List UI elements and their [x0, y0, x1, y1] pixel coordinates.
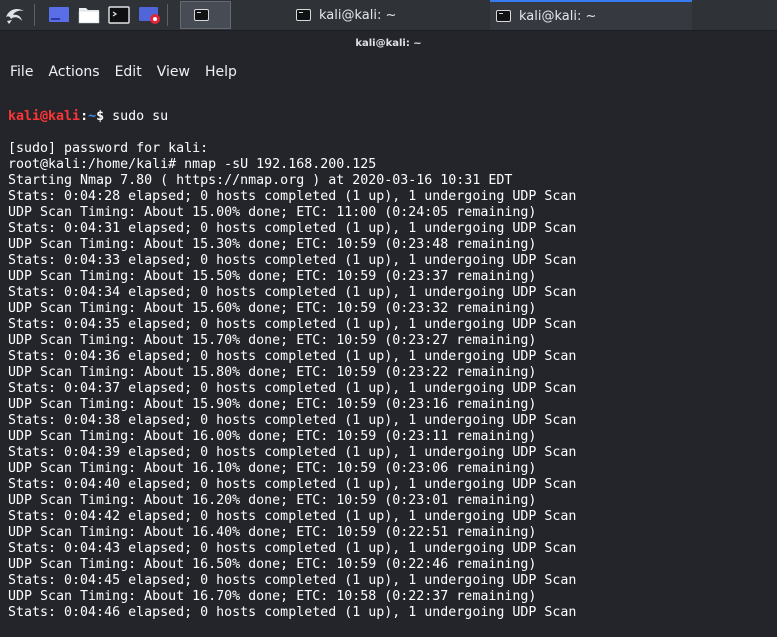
terminal-line: Stats: 0:04:37 elapsed; 0 hosts complete…	[8, 381, 577, 396]
terminal-line: Stats: 0:04:46 elapsed; 0 hosts complete…	[8, 605, 577, 620]
terminal-line: Stats: 0:04:28 elapsed; 0 hosts complete…	[8, 189, 577, 204]
menu-view[interactable]: View	[157, 64, 190, 80]
terminal-icon	[496, 10, 511, 22]
terminal-line: UDP Scan Timing: About 15.60% done; ETC:…	[8, 301, 537, 316]
terminal-line: UDP Scan Timing: About 15.80% done; ETC:…	[8, 365, 537, 380]
file-manager-icon[interactable]	[74, 0, 104, 30]
terminal-line: UDP Scan Timing: About 16.40% done; ETC:…	[8, 525, 537, 540]
prompt-path: ~	[88, 109, 97, 124]
terminal-line: Stats: 0:04:40 elapsed; 0 hosts complete…	[8, 477, 577, 492]
task-label: kali@kali: ~	[519, 8, 597, 24]
terminal-lines: [sudo] password for kali: root@kali:/home…	[8, 141, 777, 621]
prompt-symbol: $	[96, 109, 113, 124]
terminal-line: Stats: 0:04:45 elapsed; 0 hosts complete…	[8, 573, 577, 588]
menu-help[interactable]: Help	[205, 64, 237, 80]
terminal-line: Stats: 0:04:42 elapsed; 0 hosts complete…	[8, 509, 577, 524]
terminal-line: Stats: 0:04:34 elapsed; 0 hosts complete…	[8, 285, 577, 300]
terminal-line: Stats: 0:04:39 elapsed; 0 hosts complete…	[8, 445, 577, 460]
panel-separator	[167, 4, 168, 26]
menu-bar: File Actions Edit View Help	[0, 58, 777, 86]
terminal-line: Stats: 0:04:38 elapsed; 0 hosts complete…	[8, 413, 577, 428]
terminal-line: Stats: 0:04:35 elapsed; 0 hosts complete…	[8, 317, 577, 332]
terminal-line: UDP Scan Timing: About 15.90% done; ETC:…	[8, 397, 537, 412]
terminal-line: UDP Scan Timing: About 15.50% done; ETC:…	[8, 269, 537, 284]
window-titlebar[interactable]: kali@kali: ~	[0, 31, 777, 58]
menu-edit[interactable]: Edit	[115, 64, 142, 80]
kali-menu-icon[interactable]	[0, 0, 30, 30]
task-button-active[interactable]	[180, 1, 231, 29]
terminal-line: root@kali:/home/kali# nmap -sU 192.168.2…	[8, 157, 377, 172]
terminal-line: Stats: 0:04:43 elapsed; 0 hosts complete…	[8, 541, 577, 556]
terminal-line: UDP Scan Timing: About 16.10% done; ETC:…	[8, 461, 537, 476]
prompt-separator: :	[80, 109, 89, 124]
terminal-line: UDP Scan Timing: About 15.70% done; ETC:…	[8, 333, 537, 348]
terminal-icon	[194, 9, 209, 21]
prompt-line: kali@kali:~$ sudo su	[8, 109, 777, 125]
window-title: kali@kali: ~	[355, 38, 422, 49]
prompt-user: kali@kali	[8, 109, 81, 124]
prompt-command: sudo su	[112, 109, 169, 124]
task-button-terminal-1[interactable]: kali@kali: ~	[296, 0, 486, 30]
terminal-line: UDP Scan Timing: About 15.00% done; ETC:…	[8, 205, 537, 220]
task-label: kali@kali: ~	[319, 7, 397, 23]
panel-separator	[34, 4, 35, 26]
terminal-line: UDP Scan Timing: About 16.20% done; ETC:…	[8, 493, 537, 508]
terminal-line: UDP Scan Timing: About 15.30% done; ETC:…	[8, 237, 537, 252]
menu-file[interactable]: File	[10, 64, 33, 80]
terminal-line: Stats: 0:04:33 elapsed; 0 hosts complete…	[8, 253, 577, 268]
terminal-line: UDP Scan Timing: About 16.50% done; ETC:…	[8, 557, 537, 572]
menu-actions[interactable]: Actions	[48, 64, 99, 80]
terminal-line: Starting Nmap 7.80 ( https://nmap.org ) …	[8, 173, 513, 188]
terminal-line: Stats: 0:04:36 elapsed; 0 hosts complete…	[8, 349, 577, 364]
top-panel: kali@kali: ~ kali@kali: ~	[0, 0, 777, 31]
terminal-launcher-icon[interactable]	[104, 0, 134, 30]
terminal-icon	[296, 9, 311, 21]
terminal-line: UDP Scan Timing: About 16.00% done; ETC:…	[8, 429, 537, 444]
task-button-terminal-2[interactable]: kali@kali: ~	[490, 0, 692, 30]
terminal-output[interactable]: kali@kali:~$ sudo su [sudo] password for…	[0, 86, 777, 620]
terminal-line: [sudo] password for kali:	[8, 141, 209, 156]
terminal-line: Stats: 0:04:31 elapsed; 0 hosts complete…	[8, 221, 577, 236]
show-desktop-icon[interactable]	[44, 0, 74, 30]
screen-recorder-icon[interactable]	[135, 0, 165, 30]
